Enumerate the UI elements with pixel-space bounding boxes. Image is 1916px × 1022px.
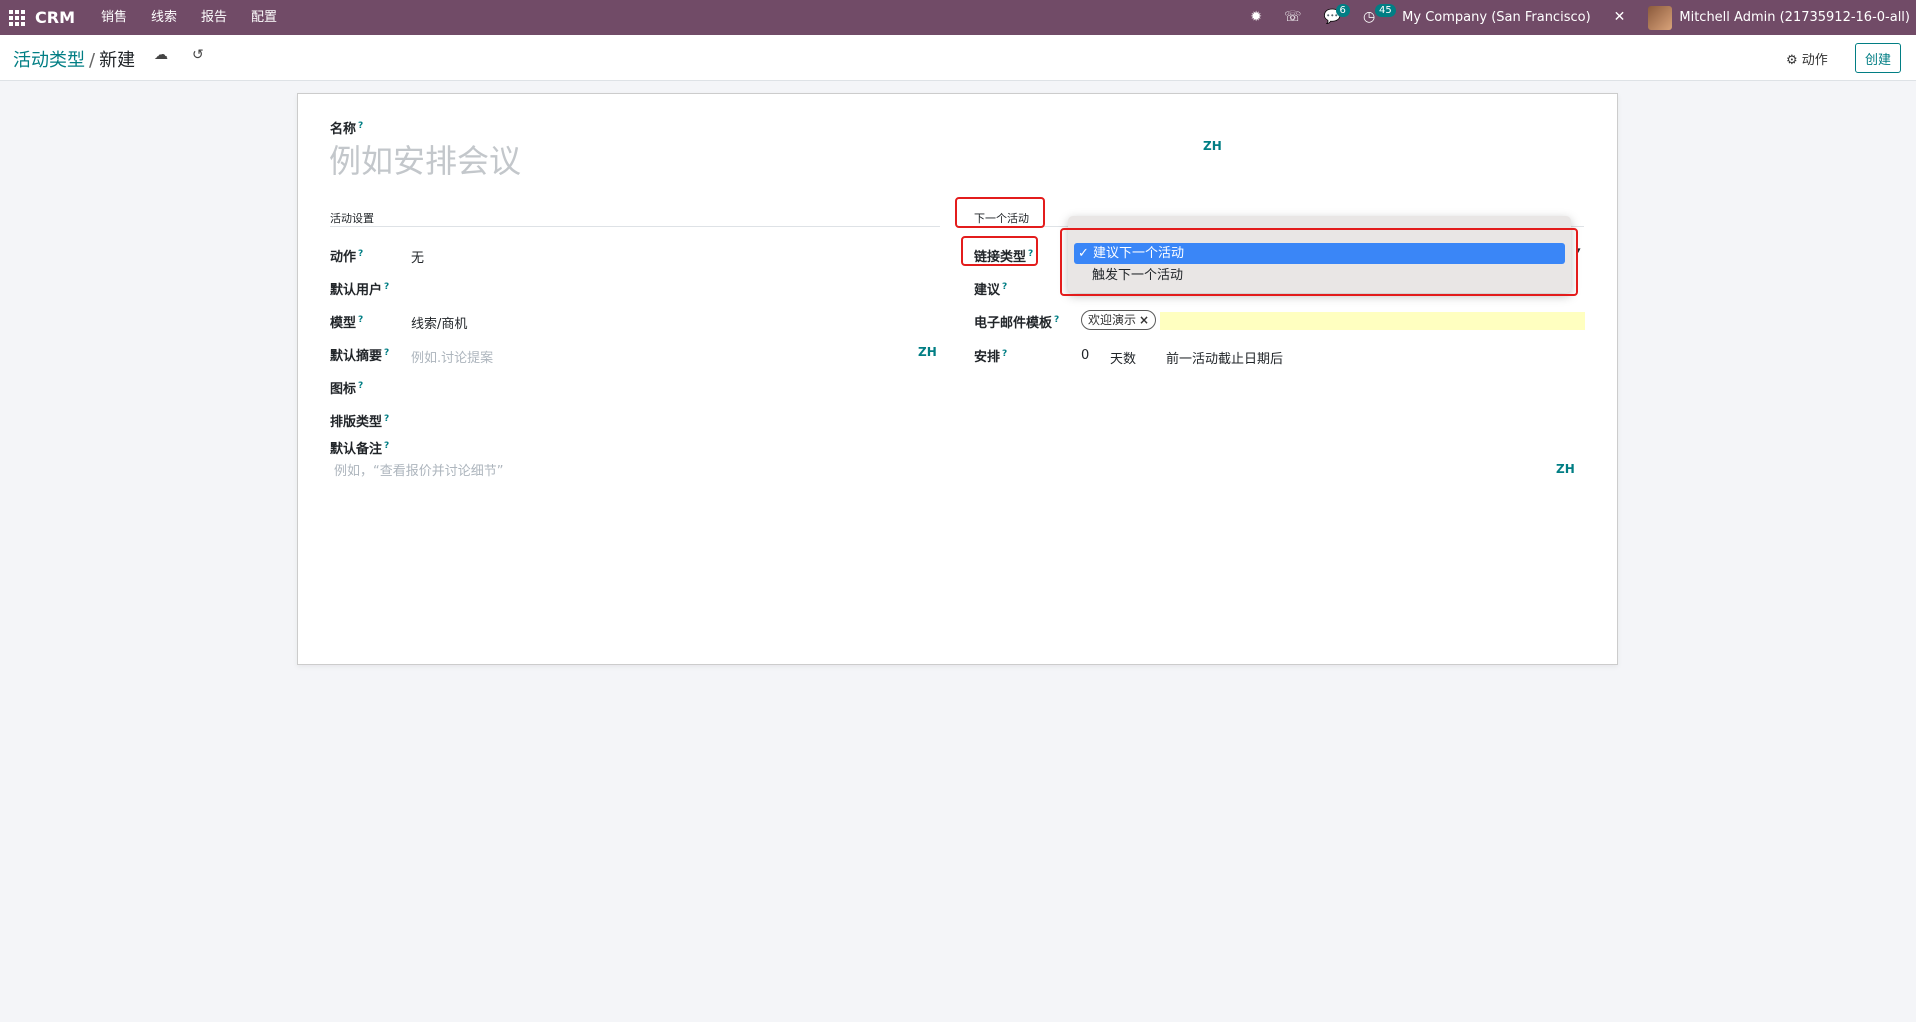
default-summary-label: 默认摘要? xyxy=(330,347,390,364)
section-title-next-activity: 下一个活动 xyxy=(974,212,1029,225)
create-button[interactable]: 创建 xyxy=(1855,43,1901,73)
user-menu[interactable]: Mitchell Admin (21735912-16-0-all) xyxy=(1679,10,1910,25)
action-menu-label: 动作 xyxy=(1801,53,1828,68)
icon-field-input[interactable] xyxy=(411,376,931,396)
messages-badge: 6 xyxy=(1335,4,1350,17)
menu-item-leads[interactable]: 线索 xyxy=(139,0,189,35)
decoration-type-select[interactable] xyxy=(411,409,931,429)
action-field-select[interactable]: 无 xyxy=(411,247,424,266)
breadcrumb: 活动类型 / 新建 xyxy=(13,46,135,72)
default-user-label: 默认用户? xyxy=(330,281,390,298)
menu-item-sales[interactable]: 销售 xyxy=(89,0,139,35)
bug-icon[interactable]: ✹ xyxy=(1250,0,1262,35)
control-panel: 活动类型 / 新建 ☁ ↺ ⚙ 动作 创建 xyxy=(0,35,1916,81)
phone-icon[interactable]: ☏ xyxy=(1284,0,1302,35)
app-brand[interactable]: CRM xyxy=(35,8,75,27)
form-sheet: 名称? 例如安排会议 ZH 活动设置 动作? 无 默认用户? 模型? 线索/商机… xyxy=(297,93,1618,665)
action-menu-button[interactable]: ⚙ 动作 xyxy=(1786,49,1828,68)
dropdown-option-suggest-next[interactable]: ✓ 建议下一个活动 xyxy=(1074,243,1565,264)
summary-lang-button[interactable]: ZH xyxy=(918,345,937,359)
menu-item-configuration[interactable]: 配置 xyxy=(239,0,289,35)
default-summary-input[interactable]: 例如.讨论提案 xyxy=(411,347,493,366)
dropdown-option-trigger-next[interactable]: 触发下一个活动 xyxy=(1092,265,1562,286)
schedule-delay-input[interactable]: 0 xyxy=(1081,348,1089,363)
action-field-label: 动作? xyxy=(330,248,364,265)
chaining-type-dropdown: ✓ 建议下一个活动 触发下一个活动 xyxy=(1068,216,1571,293)
name-input[interactable]: 例如安排会议 xyxy=(329,136,521,182)
breadcrumb-separator: / xyxy=(89,50,96,71)
check-icon: ✓ xyxy=(1078,246,1089,261)
email-template-label: 电子邮件模板? xyxy=(974,314,1060,331)
activities-badge: 45 xyxy=(1374,4,1396,17)
email-template-input[interactable] xyxy=(1160,312,1585,330)
chevron-down-icon[interactable]: ▾ xyxy=(1576,246,1581,256)
decoration-type-label: 排版类型? xyxy=(330,413,390,430)
messages-icon[interactable]: 💬 6 xyxy=(1324,0,1350,35)
apps-menu-icon[interactable] xyxy=(9,9,25,26)
breadcrumb-parent[interactable]: 活动类型 xyxy=(13,50,85,71)
model-select[interactable]: 线索/商机 xyxy=(411,313,467,332)
menu-item-reporting[interactable]: 报告 xyxy=(189,0,239,35)
activities-clock-icon[interactable]: ◷ 45 xyxy=(1363,0,1396,35)
breadcrumb-current: 新建 xyxy=(99,50,136,71)
main-menu: 销售 线索 报告 配置 xyxy=(89,0,289,35)
default-note-label: 默认备注? xyxy=(330,440,390,457)
schedule-from-select[interactable]: 前一活动截止日期后 xyxy=(1166,348,1283,367)
schedule-unit-select[interactable]: 天数 xyxy=(1110,348,1136,367)
default-note-editor[interactable]: 例如，“查看报价并讨论细节” xyxy=(334,460,503,479)
schedule-label: 安排? xyxy=(974,348,1008,365)
top-navbar: CRM 销售 线索 报告 配置 ✹ ☏ 💬 6 ◷ 45 My Company (S… xyxy=(0,0,1916,35)
gear-icon: ⚙ xyxy=(1786,53,1798,68)
navbar-systray: ✹ ☏ 💬 6 ◷ 45 My Company (San Francisco) ✕ … xyxy=(1239,0,1916,35)
icon-field-label: 图标? xyxy=(330,380,364,397)
model-label: 模型? xyxy=(330,314,364,331)
discard-undo-icon[interactable]: ↺ xyxy=(192,47,204,63)
company-switcher[interactable]: My Company (San Francisco) xyxy=(1402,10,1590,25)
default-user-input[interactable] xyxy=(411,277,931,297)
save-cloud-icon[interactable]: ☁ xyxy=(154,47,168,63)
tools-icon[interactable]: ✕ xyxy=(1614,0,1626,35)
name-lang-button[interactable]: ZH xyxy=(1203,139,1222,153)
suggest-label: 建议? xyxy=(974,281,1008,298)
avatar[interactable] xyxy=(1648,5,1673,30)
section-title-activity-settings: 活动设置 xyxy=(330,212,374,225)
section-divider xyxy=(330,226,940,227)
remove-tag-icon[interactable]: × xyxy=(1139,313,1149,327)
chaining-type-label: 链接类型? xyxy=(974,248,1034,265)
email-template-tag-label: 欢迎演示 xyxy=(1088,313,1137,327)
email-template-tag: 欢迎演示 × xyxy=(1081,310,1157,330)
name-label: 名称? xyxy=(330,120,364,137)
note-lang-button[interactable]: ZH xyxy=(1556,462,1575,476)
